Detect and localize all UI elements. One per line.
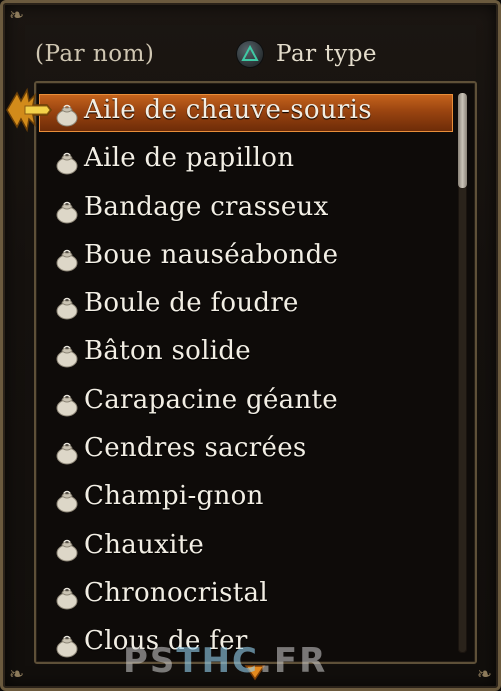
bag-icon xyxy=(56,104,78,127)
bag-icon xyxy=(56,346,78,368)
item-label: Bâton solide xyxy=(84,336,251,367)
item-list-frame: Aile de chauve-souris Aile de papillon B… xyxy=(34,81,477,664)
list-item[interactable]: Bâton solide xyxy=(36,332,456,380)
selection-cursor-icon xyxy=(6,87,52,133)
watermark-part-ps: PS xyxy=(123,641,177,681)
bag-icon xyxy=(56,249,78,272)
corner-ornament-icon: ❧ xyxy=(9,664,25,685)
item-label: Boule de foudre xyxy=(84,288,299,319)
sort-by-name-option[interactable]: (Par nom) xyxy=(35,41,154,67)
list-item[interactable]: Champi-gnon xyxy=(36,477,456,525)
sort-bar: (Par nom) Par type xyxy=(3,37,501,77)
watermark-part-thc: THC xyxy=(176,641,260,681)
list-item[interactable]: Boue nauséabonde xyxy=(36,236,456,284)
list-item[interactable]: Aile de papillon xyxy=(36,139,456,187)
item-label: Champi-gnon xyxy=(84,481,264,512)
item-label: Bandage crasseux xyxy=(84,191,329,222)
bag-icon xyxy=(56,539,78,562)
item-label: Chronocristal xyxy=(84,577,268,608)
item-label: Carapacine géante xyxy=(84,384,338,415)
scrollbar[interactable] xyxy=(458,93,467,653)
watermark: PSTHC.FR xyxy=(123,641,327,681)
bag-icon xyxy=(56,201,78,224)
bag-icon xyxy=(56,587,78,610)
list-item[interactable]: Boule de foudre xyxy=(36,284,456,332)
corner-ornament-icon: ❧ xyxy=(476,664,492,685)
bag-icon xyxy=(56,491,78,513)
item-label: Boue nauséabonde xyxy=(84,239,339,270)
item-label: Aile de papillon xyxy=(84,143,295,174)
list-item[interactable]: Carapacine géante xyxy=(36,381,456,429)
triangle-button-icon xyxy=(237,41,263,67)
item-label: Cendres sacrées xyxy=(84,433,307,464)
list-item[interactable]: Bandage crasseux xyxy=(36,188,456,236)
watermark-part-fr: .FR xyxy=(259,641,328,681)
item-label: Chauxite xyxy=(84,529,205,560)
bag-icon xyxy=(56,153,78,175)
item-label: Aile de chauve-souris xyxy=(84,95,372,125)
item-list: Aile de chauve-souris Aile de papillon B… xyxy=(36,91,456,662)
corner-ornament-icon: ❧ xyxy=(9,5,25,26)
list-item[interactable]: Chauxite xyxy=(36,526,456,574)
bag-icon xyxy=(56,636,78,658)
bag-icon xyxy=(56,442,78,465)
item-menu-window: ❧ ❧ ❧ (Par nom) Par type Aile de chauve-… xyxy=(0,0,501,691)
sort-by-type-option[interactable]: Par type xyxy=(276,41,377,67)
scrollbar-thumb[interactable] xyxy=(458,93,467,188)
bag-icon xyxy=(56,297,78,320)
list-item[interactable]: Chronocristal xyxy=(36,574,456,622)
list-item[interactable]: Cendres sacrées xyxy=(36,429,456,477)
bag-icon xyxy=(56,394,78,417)
list-item[interactable]: Aile de chauve-souris xyxy=(36,91,456,139)
